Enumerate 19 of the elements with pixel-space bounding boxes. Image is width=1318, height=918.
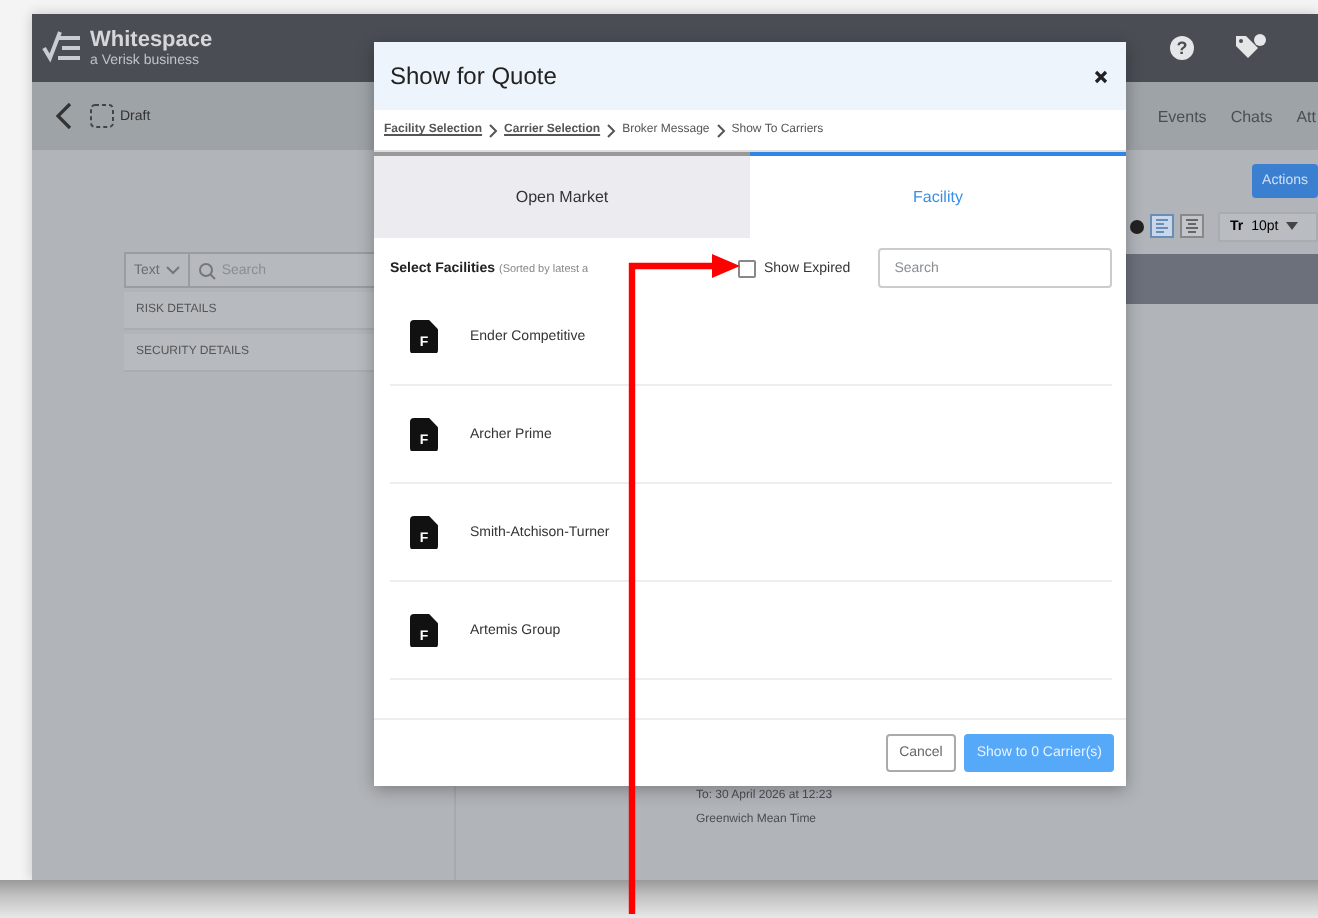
draft-icon xyxy=(90,104,114,128)
back-icon[interactable] xyxy=(54,102,72,130)
app-tab[interactable]: Att xyxy=(1296,107,1316,125)
logo-name: Whitespace xyxy=(90,29,213,51)
dialog-tab[interactable]: Open Market xyxy=(374,152,750,238)
help-icon[interactable]: ? xyxy=(1170,36,1194,60)
caret-icon xyxy=(1286,222,1299,230)
align-center-icon[interactable] xyxy=(1180,214,1204,238)
chevron-icon xyxy=(715,123,726,137)
app-tab[interactable]: Events xyxy=(1157,107,1207,125)
app-tab[interactable]: Chats xyxy=(1230,107,1273,125)
logo-icon xyxy=(40,28,84,68)
close-icon[interactable] xyxy=(1094,69,1108,83)
chevron-icon xyxy=(606,123,617,137)
info-icon[interactable] xyxy=(1130,219,1144,233)
dialog-title: Show for Quote xyxy=(390,62,557,90)
chevron-icon xyxy=(488,123,499,137)
dialog-tab[interactable]: Facility xyxy=(750,152,1126,238)
tag-icon[interactable] xyxy=(1234,34,1266,62)
